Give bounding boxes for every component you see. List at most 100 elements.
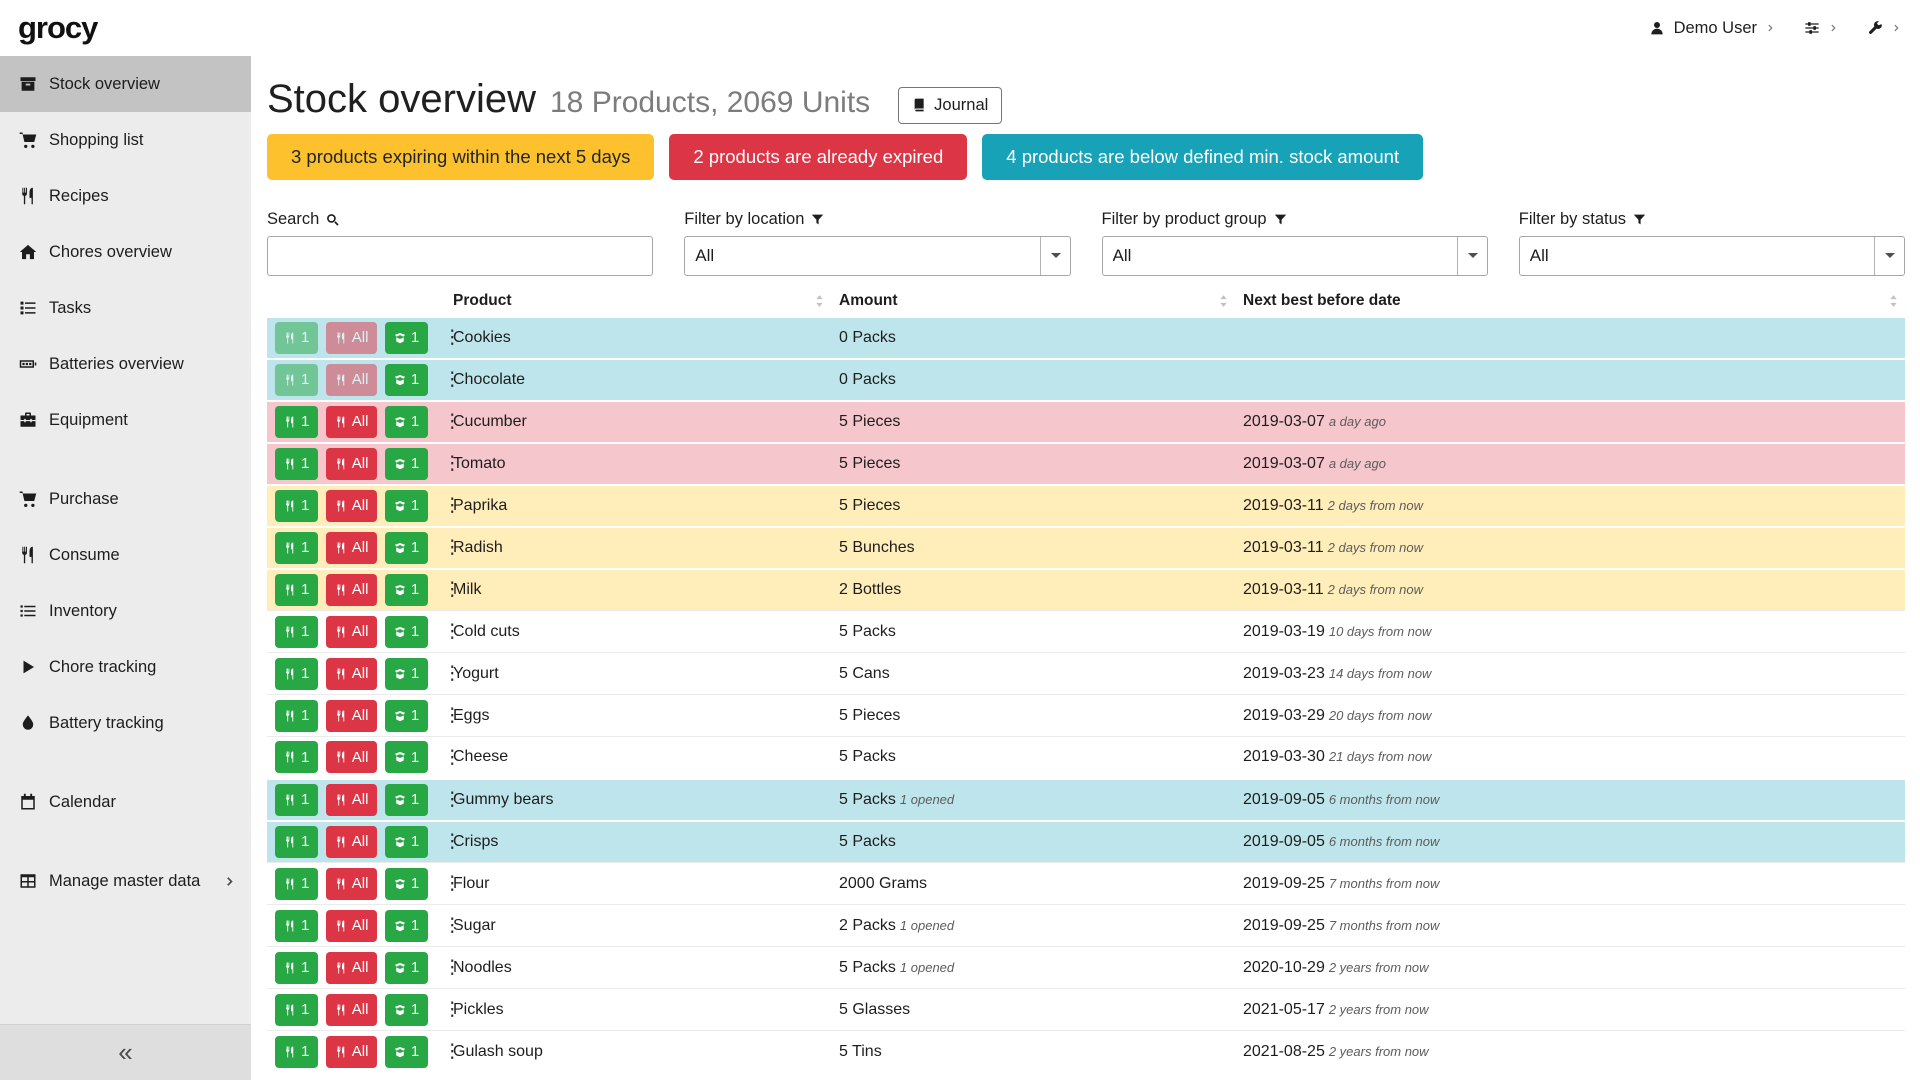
date-cell: 2019-03-112 days from now <box>1235 569 1905 611</box>
consume-one-button[interactable]: 1 <box>275 994 318 1026</box>
open-one-button[interactable]: 1 <box>385 741 428 773</box>
sidebar-item-tasks[interactable]: Tasks <box>0 280 251 336</box>
app-logo[interactable]: grocy <box>18 10 97 46</box>
utensils-icon <box>335 836 347 848</box>
open-one-button[interactable]: 1 <box>385 826 428 858</box>
open-one-button[interactable]: 1 <box>385 658 428 690</box>
consume-all-button[interactable]: All <box>326 406 378 438</box>
consume-all-button[interactable]: All <box>326 826 378 858</box>
open-one-button[interactable]: 1 <box>385 532 428 564</box>
consume-one-button[interactable]: 1 <box>275 784 318 816</box>
consume-all-button[interactable]: All <box>326 994 378 1026</box>
sidebar-item-manage-master-data[interactable]: Manage master data <box>0 853 251 909</box>
sidebar-item-consume[interactable]: Consume <box>0 527 251 583</box>
open-one-button[interactable]: 1 <box>385 1036 428 1068</box>
consume-one-button[interactable]: 1 <box>275 490 318 522</box>
consume-all-button[interactable]: All <box>326 700 378 732</box>
journal-button[interactable]: Journal <box>898 87 1002 124</box>
product-cell: Milk <box>445 569 831 611</box>
best-before-column-header[interactable]: Next best before date <box>1235 286 1905 317</box>
settings-menu[interactable] <box>1804 20 1839 36</box>
consume-one-button[interactable]: 1 <box>275 658 318 690</box>
consume-one-button[interactable]: 1 <box>275 448 318 480</box>
product-column-header[interactable]: Product <box>445 286 831 317</box>
sidebar-item-battery-tracking[interactable]: Battery tracking <box>0 695 251 751</box>
open-one-button[interactable]: 1 <box>385 868 428 900</box>
open-one-button[interactable]: 1 <box>385 490 428 522</box>
status-filter-select[interactable]: All <box>1519 236 1905 276</box>
consume-all-button[interactable]: All <box>326 532 378 564</box>
consume-all-button[interactable]: All <box>326 910 378 942</box>
sidebar-collapse-button[interactable]: « <box>0 1024 251 1080</box>
open-one-button[interactable]: 1 <box>385 406 428 438</box>
consume-one-button[interactable]: 1 <box>275 868 318 900</box>
consume-one-button[interactable]: 1 <box>275 700 318 732</box>
consume-all-button[interactable]: All <box>326 322 378 354</box>
consume-one-button[interactable]: 1 <box>275 322 318 354</box>
consume-one-button[interactable]: 1 <box>275 826 318 858</box>
status-filter-button[interactable]: 4 products are below defined min. stock … <box>982 134 1423 180</box>
sidebar-item-shopping-list[interactable]: Shopping list <box>0 112 251 168</box>
table-row: 1 All 1 ⋮ Cold cuts 5 Packs 2019-03-1910… <box>267 611 1905 653</box>
sidebar-item-label: Recipes <box>49 187 109 206</box>
row-actions: 1 All 1 ⋮ <box>267 737 445 779</box>
consume-one-button[interactable]: 1 <box>275 532 318 564</box>
sidebar-item-chore-tracking[interactable]: Chore tracking <box>0 639 251 695</box>
consume-all-button[interactable]: All <box>326 364 378 396</box>
sidebar-item-inventory[interactable]: Inventory <box>0 583 251 639</box>
sidebar-item-calendar[interactable]: Calendar <box>0 774 251 830</box>
consume-all-button[interactable]: All <box>326 490 378 522</box>
consume-one-button[interactable]: 1 <box>275 574 318 606</box>
search-input[interactable] <box>267 236 653 276</box>
consume-one-button[interactable]: 1 <box>275 1036 318 1068</box>
utensils-icon <box>284 458 296 470</box>
consume-all-button[interactable]: All <box>326 868 378 900</box>
user-menu[interactable]: Demo User <box>1649 19 1776 38</box>
location-filter-select[interactable]: All <box>684 236 1070 276</box>
status-filter-button[interactable]: 3 products expiring within the next 5 da… <box>267 134 654 180</box>
status-filter-label: Filter by status <box>1519 210 1905 230</box>
consume-all-button[interactable]: All <box>326 616 378 648</box>
consume-one-button[interactable]: 1 <box>275 910 318 942</box>
open-one-button[interactable]: 1 <box>385 364 428 396</box>
filter-icon <box>1274 213 1287 226</box>
open-one-button[interactable]: 1 <box>385 784 428 816</box>
sidebar-item-label: Manage master data <box>49 872 200 891</box>
sidebar-item-recipes[interactable]: Recipes <box>0 168 251 224</box>
open-one-button[interactable]: 1 <box>385 616 428 648</box>
consume-one-button[interactable]: 1 <box>275 616 318 648</box>
consume-all-button[interactable]: All <box>326 448 378 480</box>
open-one-button[interactable]: 1 <box>385 448 428 480</box>
consume-all-button[interactable]: All <box>326 574 378 606</box>
consume-all-button[interactable]: All <box>326 1036 378 1068</box>
amount-column-header[interactable]: Amount <box>831 286 1235 317</box>
sidebar-item-chores-overview[interactable]: Chores overview <box>0 224 251 280</box>
consume-one-button[interactable]: 1 <box>275 364 318 396</box>
open-one-button[interactable]: 1 <box>385 952 428 984</box>
open-one-button[interactable]: 1 <box>385 322 428 354</box>
sidebar-item-purchase[interactable]: Purchase <box>0 471 251 527</box>
consume-all-button[interactable]: All <box>326 658 378 690</box>
sidebar-item-batteries-overview[interactable]: Batteries overview <box>0 336 251 392</box>
open-one-button[interactable]: 1 <box>385 910 428 942</box>
consume-one-button[interactable]: 1 <box>275 741 318 773</box>
open-one-button[interactable]: 1 <box>385 994 428 1026</box>
chevron-right-icon <box>1892 23 1902 33</box>
sidebar-item-stock-overview[interactable]: Stock overview <box>0 56 251 112</box>
product-group-filter-select[interactable]: All <box>1102 236 1488 276</box>
date-cell: 2019-09-056 months from now <box>1235 821 1905 863</box>
consume-one-button[interactable]: 1 <box>275 406 318 438</box>
consume-all-button[interactable]: All <box>326 952 378 984</box>
filter-bar: Search Filter by location All Filter by … <box>267 210 1905 276</box>
status-filter-button[interactable]: 2 products are already expired <box>669 134 967 180</box>
box-open-icon <box>394 542 406 554</box>
row-actions: 1 All 1 ⋮ <box>267 443 445 485</box>
consume-one-button[interactable]: 1 <box>275 952 318 984</box>
admin-menu[interactable] <box>1867 20 1902 36</box>
open-one-button[interactable]: 1 <box>385 700 428 732</box>
amount-cell: 5 Bunches <box>831 527 1235 569</box>
consume-all-button[interactable]: All <box>326 784 378 816</box>
open-one-button[interactable]: 1 <box>385 574 428 606</box>
consume-all-button[interactable]: All <box>326 741 378 773</box>
sidebar-item-equipment[interactable]: Equipment <box>0 392 251 448</box>
